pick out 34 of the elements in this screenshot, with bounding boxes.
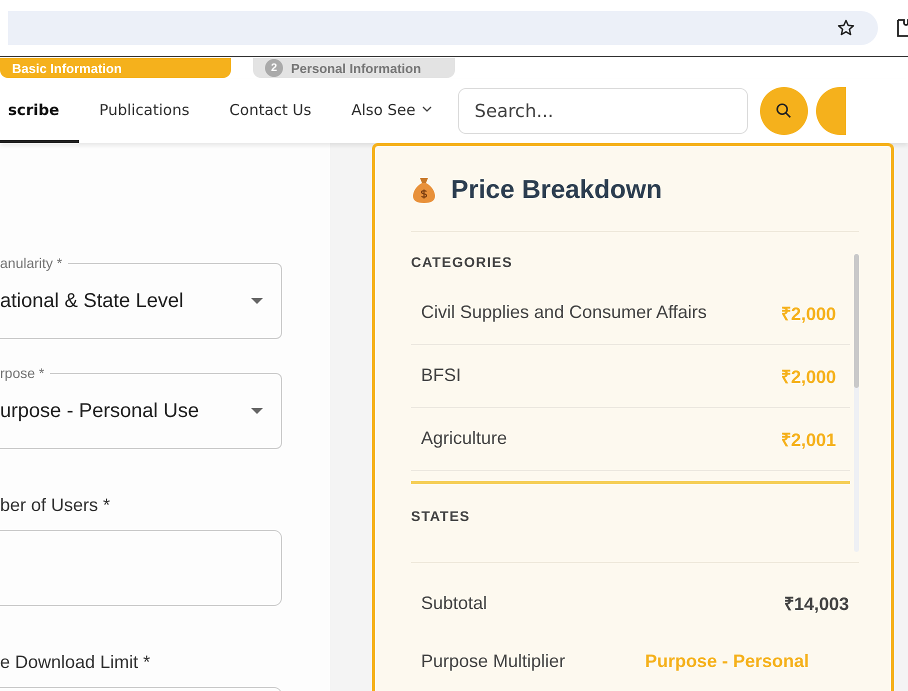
search-icon <box>774 102 793 120</box>
dropdown-arrow-icon <box>251 408 263 414</box>
panel-title: Price Breakdown <box>451 174 662 205</box>
category-name: Agriculture <box>421 427 508 450</box>
money-bag-icon <box>411 176 437 204</box>
scrollbar[interactable] <box>854 254 859 552</box>
step-label: Basic Information <box>12 60 122 76</box>
summary-value: Purpose - Personal <box>644 650 809 672</box>
puzzle-icon[interactable] <box>896 17 908 39</box>
nav-link[interactable]: Contact Us <box>209 79 332 143</box>
star-icon[interactable] <box>836 18 856 38</box>
summary-label: Subtotal <box>421 592 488 614</box>
select-value: urpose - Personal Use <box>0 400 199 422</box>
category-name: Civil Supplies and Consumer Affairs <box>421 301 707 324</box>
search-field[interactable]: Search... <box>458 88 748 134</box>
step-label: Personal Information <box>291 60 422 76</box>
category-price: ₹2,000 <box>780 303 836 325</box>
category-price: ₹2,001 <box>780 429 836 451</box>
nav-link[interactable]: Publications <box>79 79 210 143</box>
section-heading: STATES <box>411 508 472 524</box>
search-button[interactable] <box>760 87 808 135</box>
menu-button[interactable] <box>816 87 846 135</box>
input-field[interactable] <box>0 530 282 606</box>
select-value: ational & State Level <box>0 290 184 312</box>
category-price: ₹2,000 <box>780 366 836 388</box>
section-heading: CATEGORIES <box>411 254 514 270</box>
step-number: 2 <box>265 59 283 77</box>
field-label: ber of Users * <box>0 495 112 516</box>
summary-value: ₹14,003 <box>784 593 849 615</box>
nav-link[interactable]: Also See <box>331 79 452 143</box>
field-label: e Download Limit * <box>0 652 152 673</box>
category-name: BFSI <box>421 364 462 388</box>
dropdown-arrow-icon <box>251 298 263 304</box>
summary-label: Purpose Multiplier <box>421 650 566 672</box>
